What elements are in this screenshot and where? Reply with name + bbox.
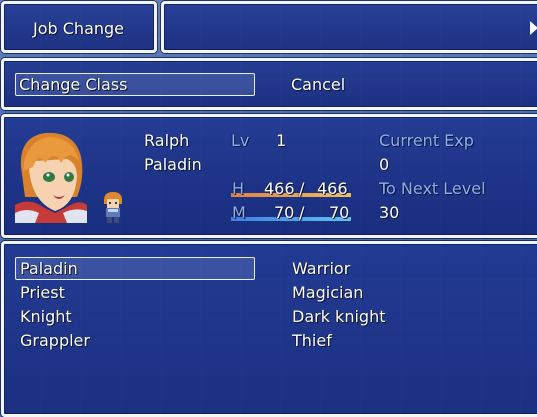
actor-face-portrait	[15, 127, 87, 223]
mp-separator: /	[299, 203, 305, 222]
current-exp-value: 0	[379, 155, 390, 174]
help-window	[161, 1, 537, 53]
change-class-command[interactable]: Change Class	[19, 75, 127, 95]
window-title: Job Change	[33, 19, 125, 38]
class-item-paladin[interactable]: Paladin	[20, 259, 78, 279]
class-item-thief[interactable]: Thief	[292, 331, 332, 351]
mp-max: 70	[329, 203, 350, 222]
current-exp-label: Current Exp	[379, 131, 474, 150]
class-item-magician[interactable]: Magician	[292, 283, 363, 303]
hp-separator: /	[299, 179, 305, 198]
mp-current: 70	[274, 203, 295, 222]
mp-label: M	[232, 203, 246, 222]
class-item-dark-knight[interactable]: Dark knight	[292, 307, 385, 327]
class-item-priest[interactable]: Priest	[20, 283, 65, 303]
actor-class: Paladin	[144, 155, 202, 174]
level-label: Lv	[231, 131, 250, 150]
class-item-knight[interactable]: Knight	[20, 307, 72, 327]
hp-label: H	[232, 179, 245, 198]
hp-max: 466	[317, 179, 348, 198]
class-item-grappler[interactable]: Grappler	[20, 331, 90, 351]
next-level-value: 30	[379, 203, 400, 222]
actor-name: Ralph	[144, 131, 190, 150]
cancel-command[interactable]: Cancel	[291, 75, 345, 95]
level-value: 1	[276, 131, 287, 150]
next-level-label: To Next Level	[379, 179, 486, 198]
scroll-right-arrow-icon[interactable]	[530, 21, 537, 35]
hp-current: 466	[264, 179, 295, 198]
actor-sprite	[100, 190, 126, 224]
class-item-warrior[interactable]: Warrior	[292, 259, 350, 279]
